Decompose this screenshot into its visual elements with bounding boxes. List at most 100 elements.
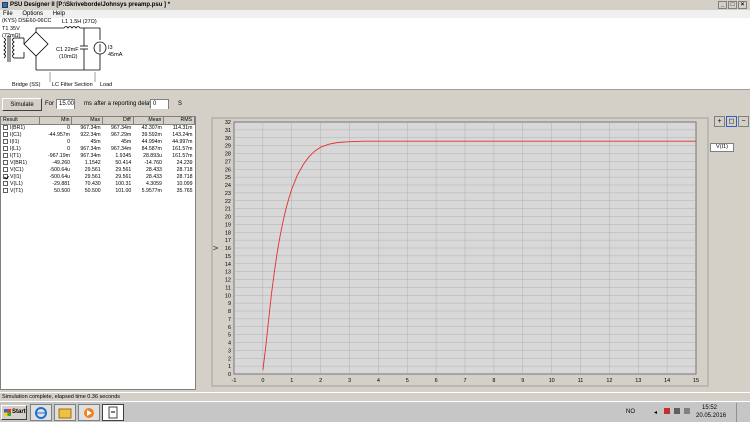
result-max-cell: 967.34m (80, 152, 101, 159)
result-checkbox[interactable] (3, 138, 8, 144)
col-min[interactable]: Min (39, 117, 73, 125)
ie-taskbar-icon[interactable] (30, 404, 52, 421)
network-icon[interactable] (674, 408, 680, 414)
result-checkbox[interactable] (3, 180, 8, 186)
zoom-in-icon[interactable]: + (714, 116, 725, 127)
tray-chevron-icon[interactable]: ◂ (654, 409, 657, 416)
results-row[interactable]: I(C1) -44.957m 922.34m 967.29m 39.592m 143.24… (1, 131, 195, 138)
result-diff-cell: 967.29m (111, 131, 132, 138)
legend-entry[interactable]: V(I1) (710, 143, 734, 152)
voltage-chart[interactable]: -1 0 1 2 3 4 5 6 7 8 9 10 11 12 13 14 150123456789101112… (200, 116, 710, 390)
result-checkbox[interactable] (3, 145, 8, 151)
menu-help[interactable]: Help (53, 11, 65, 17)
result-rms-cell: 35.765 (176, 187, 193, 194)
results-row[interactable]: V(L1) -29.881 70.430 100.31 4.3059 10.099 (1, 180, 195, 187)
zoom-fit-icon[interactable]: ◻ (726, 116, 737, 127)
result-name-cell: I(L1) (1, 145, 39, 152)
result-name: I(I1) (10, 138, 20, 145)
x-tick-label: 14 (664, 378, 670, 384)
volume-icon[interactable] (684, 408, 690, 414)
minimize-button[interactable]: _ (718, 1, 727, 9)
taskbar: Start NO ◂ 15:52 20.05.2016 (0, 401, 750, 422)
y-tick-label: 1 (228, 364, 231, 370)
result-max-cell: 967.34m (80, 145, 101, 152)
explorer-taskbar-icon[interactable] (54, 404, 76, 421)
media-taskbar-icon[interactable] (78, 404, 100, 421)
delay-spinner[interactable] (168, 99, 172, 109)
y-tick-label: 30 (225, 136, 231, 142)
delay-value: 0 (153, 101, 157, 107)
results-row[interactable]: I(T1) -967.19m 967.34m 1.9345 28.893u 161.57m (1, 152, 195, 159)
y-tick-label: 19 (225, 222, 231, 228)
schematic-panel[interactable]: (KYS) DSE60-06CC T1 35V (72mΩ) L1 1.5H (… (0, 18, 750, 90)
results-row[interactable]: V(I1) -500.64u 29.561 29.561 28.433 28.718 (1, 173, 195, 180)
result-checkbox[interactable] (3, 124, 8, 130)
chart-panel[interactable]: -1 0 1 2 3 4 5 6 7 8 9 10 11 12 13 14 15 0 1 2 3 4 5 6 7 8 9 10 11 12… (200, 116, 710, 390)
result-checkbox[interactable] (3, 187, 8, 193)
y-tick-label: 26 (225, 167, 231, 173)
result-name-cell: I(I1) (1, 138, 39, 145)
psu-designer-taskbar-icon[interactable] (102, 404, 124, 421)
y-tick-label: 15 (225, 254, 231, 260)
rectifier-label: (KYS) DSE60-06CC (2, 18, 52, 24)
capacitor-esr-label: (10mΩ) (59, 54, 78, 60)
result-mean-cell: 84.587m (141, 145, 162, 152)
section-bridge-label: Bridge (SS) (12, 82, 41, 88)
result-name: V(BR1) (10, 159, 28, 166)
results-row[interactable]: I(BR1) 0 967.34m 967.34m 42.307m 114.31m (1, 124, 195, 131)
y-tick-label: 22 (225, 199, 231, 205)
result-checkbox[interactable] (3, 152, 8, 158)
x-tick-label: 5 (406, 378, 409, 384)
duration-spinner[interactable] (74, 99, 78, 109)
col-diff[interactable]: Diff (102, 117, 134, 125)
results-row[interactable]: V(C1) -500.64u 29.561 29.561 28.433 28.718 (1, 166, 195, 173)
results-row[interactable]: I(L1) 0 967.34m 967.34m 84.587m 161.57m (1, 145, 195, 152)
result-max-cell: 50.500 (84, 187, 101, 194)
result-checkbox[interactable] (3, 173, 8, 179)
result-mean-cell: 5.9577m (141, 187, 162, 194)
result-name: V(I1) (10, 173, 22, 180)
x-tick-label: 6 (435, 378, 438, 384)
zoom-out-icon[interactable]: − (738, 116, 749, 127)
show-desktop-button[interactable] (736, 403, 749, 422)
menu-bar: File Options Help (0, 10, 750, 18)
results-row[interactable]: V(T1) 50.500 50.500 101.00 5.9577m 35.765 (1, 187, 195, 194)
col-result[interactable]: Result (1, 117, 40, 125)
col-mean[interactable]: Mean (133, 117, 165, 125)
col-max[interactable]: Max (71, 117, 104, 125)
seconds-unit-label: S (178, 101, 183, 107)
clock-date[interactable]: 20.05.2016 (696, 413, 726, 419)
language-indicator[interactable]: NO (626, 409, 635, 415)
y-tick-label: 25 (225, 175, 231, 181)
flag-icon[interactable] (664, 408, 670, 414)
x-tick-label: 11 (578, 378, 584, 384)
result-min-cell: 50.500 (54, 187, 70, 194)
menu-options[interactable]: Options (22, 11, 43, 17)
result-max-cell: 967.34m (80, 124, 101, 131)
result-checkbox[interactable] (3, 166, 8, 172)
col-rms[interactable]: RMS (163, 117, 195, 125)
result-checkbox[interactable] (3, 159, 8, 165)
result-max-cell: 29.561 (84, 173, 101, 180)
result-diff-cell: 29.561 (115, 166, 132, 173)
y-tick-label: 11 (225, 285, 231, 291)
y-axis-label: V (214, 246, 220, 250)
results-row[interactable]: I(I1) 0 45m 45m 44.994m 44.997m (1, 138, 195, 145)
result-min-cell: 0 (67, 145, 70, 152)
result-checkbox[interactable] (3, 131, 8, 137)
simulate-button[interactable]: Simulate (2, 98, 42, 111)
x-tick-label: 7 (463, 378, 466, 384)
result-min-cell: 0 (67, 138, 70, 145)
menu-file[interactable]: File (3, 11, 13, 17)
clock-time[interactable]: 15:52 (702, 405, 717, 411)
results-row[interactable]: V(BR1) -49.260 1.1542 50.414 -14.760 24.239 (1, 159, 195, 166)
windows-logo-icon (4, 409, 11, 416)
start-button[interactable]: Start (1, 405, 27, 420)
result-name-cell: V(BR1) (1, 159, 39, 166)
result-name-cell: I(C1) (1, 131, 39, 138)
x-tick-label: 0 (261, 378, 264, 384)
close-button[interactable]: × (738, 1, 747, 9)
maximize-button[interactable]: □ (728, 1, 737, 9)
y-tick-label: 18 (225, 230, 231, 236)
result-max-cell: 29.561 (84, 166, 101, 173)
